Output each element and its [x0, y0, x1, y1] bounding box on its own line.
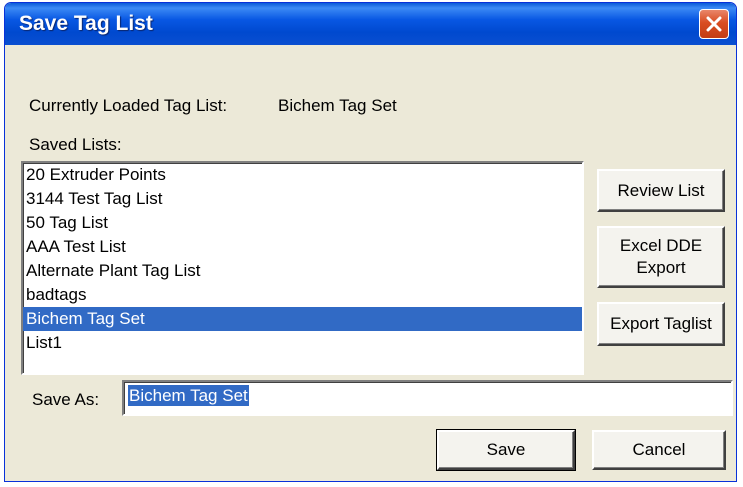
current-list-label: Currently Loaded Tag List: [29, 96, 228, 115]
list-item[interactable]: Bichem Tag Set [23, 307, 582, 331]
export-taglist-label: Export Taglist [610, 314, 712, 333]
cancel-button[interactable]: Cancel [592, 430, 726, 470]
current-list-value: Bichem Tag Set [278, 96, 397, 115]
cancel-label: Cancel [632, 440, 686, 459]
dialog-title: Save Tag List [19, 12, 153, 35]
saved-lists-listbox[interactable]: 20 Extruder Points 3144 Test Tag List 50 T… [21, 161, 584, 375]
excel-dde-export-button[interactable]: Excel DDE Export [597, 226, 725, 288]
list-item[interactable]: 3144 Test Tag List [23, 187, 582, 211]
title-bar[interactable]: Save Tag List [5, 3, 736, 45]
excel-dde-label-line2: Export [636, 258, 686, 277]
save-as-input[interactable]: Bichem Tag Set [122, 380, 733, 416]
save-tag-list-dialog: Save Tag List Currently Loaded Tag List:… [4, 2, 737, 482]
review-list-label: Review List [617, 180, 705, 200]
list-item[interactable]: List1 [23, 331, 582, 355]
save-button[interactable]: Save [436, 429, 576, 471]
save-label: Save [486, 440, 526, 459]
export-taglist-button[interactable]: Export Taglist [597, 302, 725, 346]
list-item[interactable]: 20 Extruder Points [23, 163, 582, 187]
save-as-value: Bichem Tag Set [128, 385, 249, 406]
list-item[interactable]: AAA Test List [23, 235, 582, 259]
list-item[interactable]: Alternate Plant Tag List [23, 259, 582, 283]
dialog-body: Currently Loaded Tag List: Bichem Tag Se… [8, 45, 733, 478]
close-button[interactable] [699, 9, 729, 39]
excel-dde-label-line1: Excel DDE [619, 236, 703, 255]
close-icon [706, 16, 722, 32]
saved-lists-label: Saved Lists: [29, 135, 122, 154]
review-list-button[interactable]: Review List [597, 169, 725, 212]
list-item[interactable]: badtags [23, 283, 582, 307]
list-item[interactable]: 50 Tag List [23, 211, 582, 235]
save-as-label: Save As: [32, 390, 100, 409]
